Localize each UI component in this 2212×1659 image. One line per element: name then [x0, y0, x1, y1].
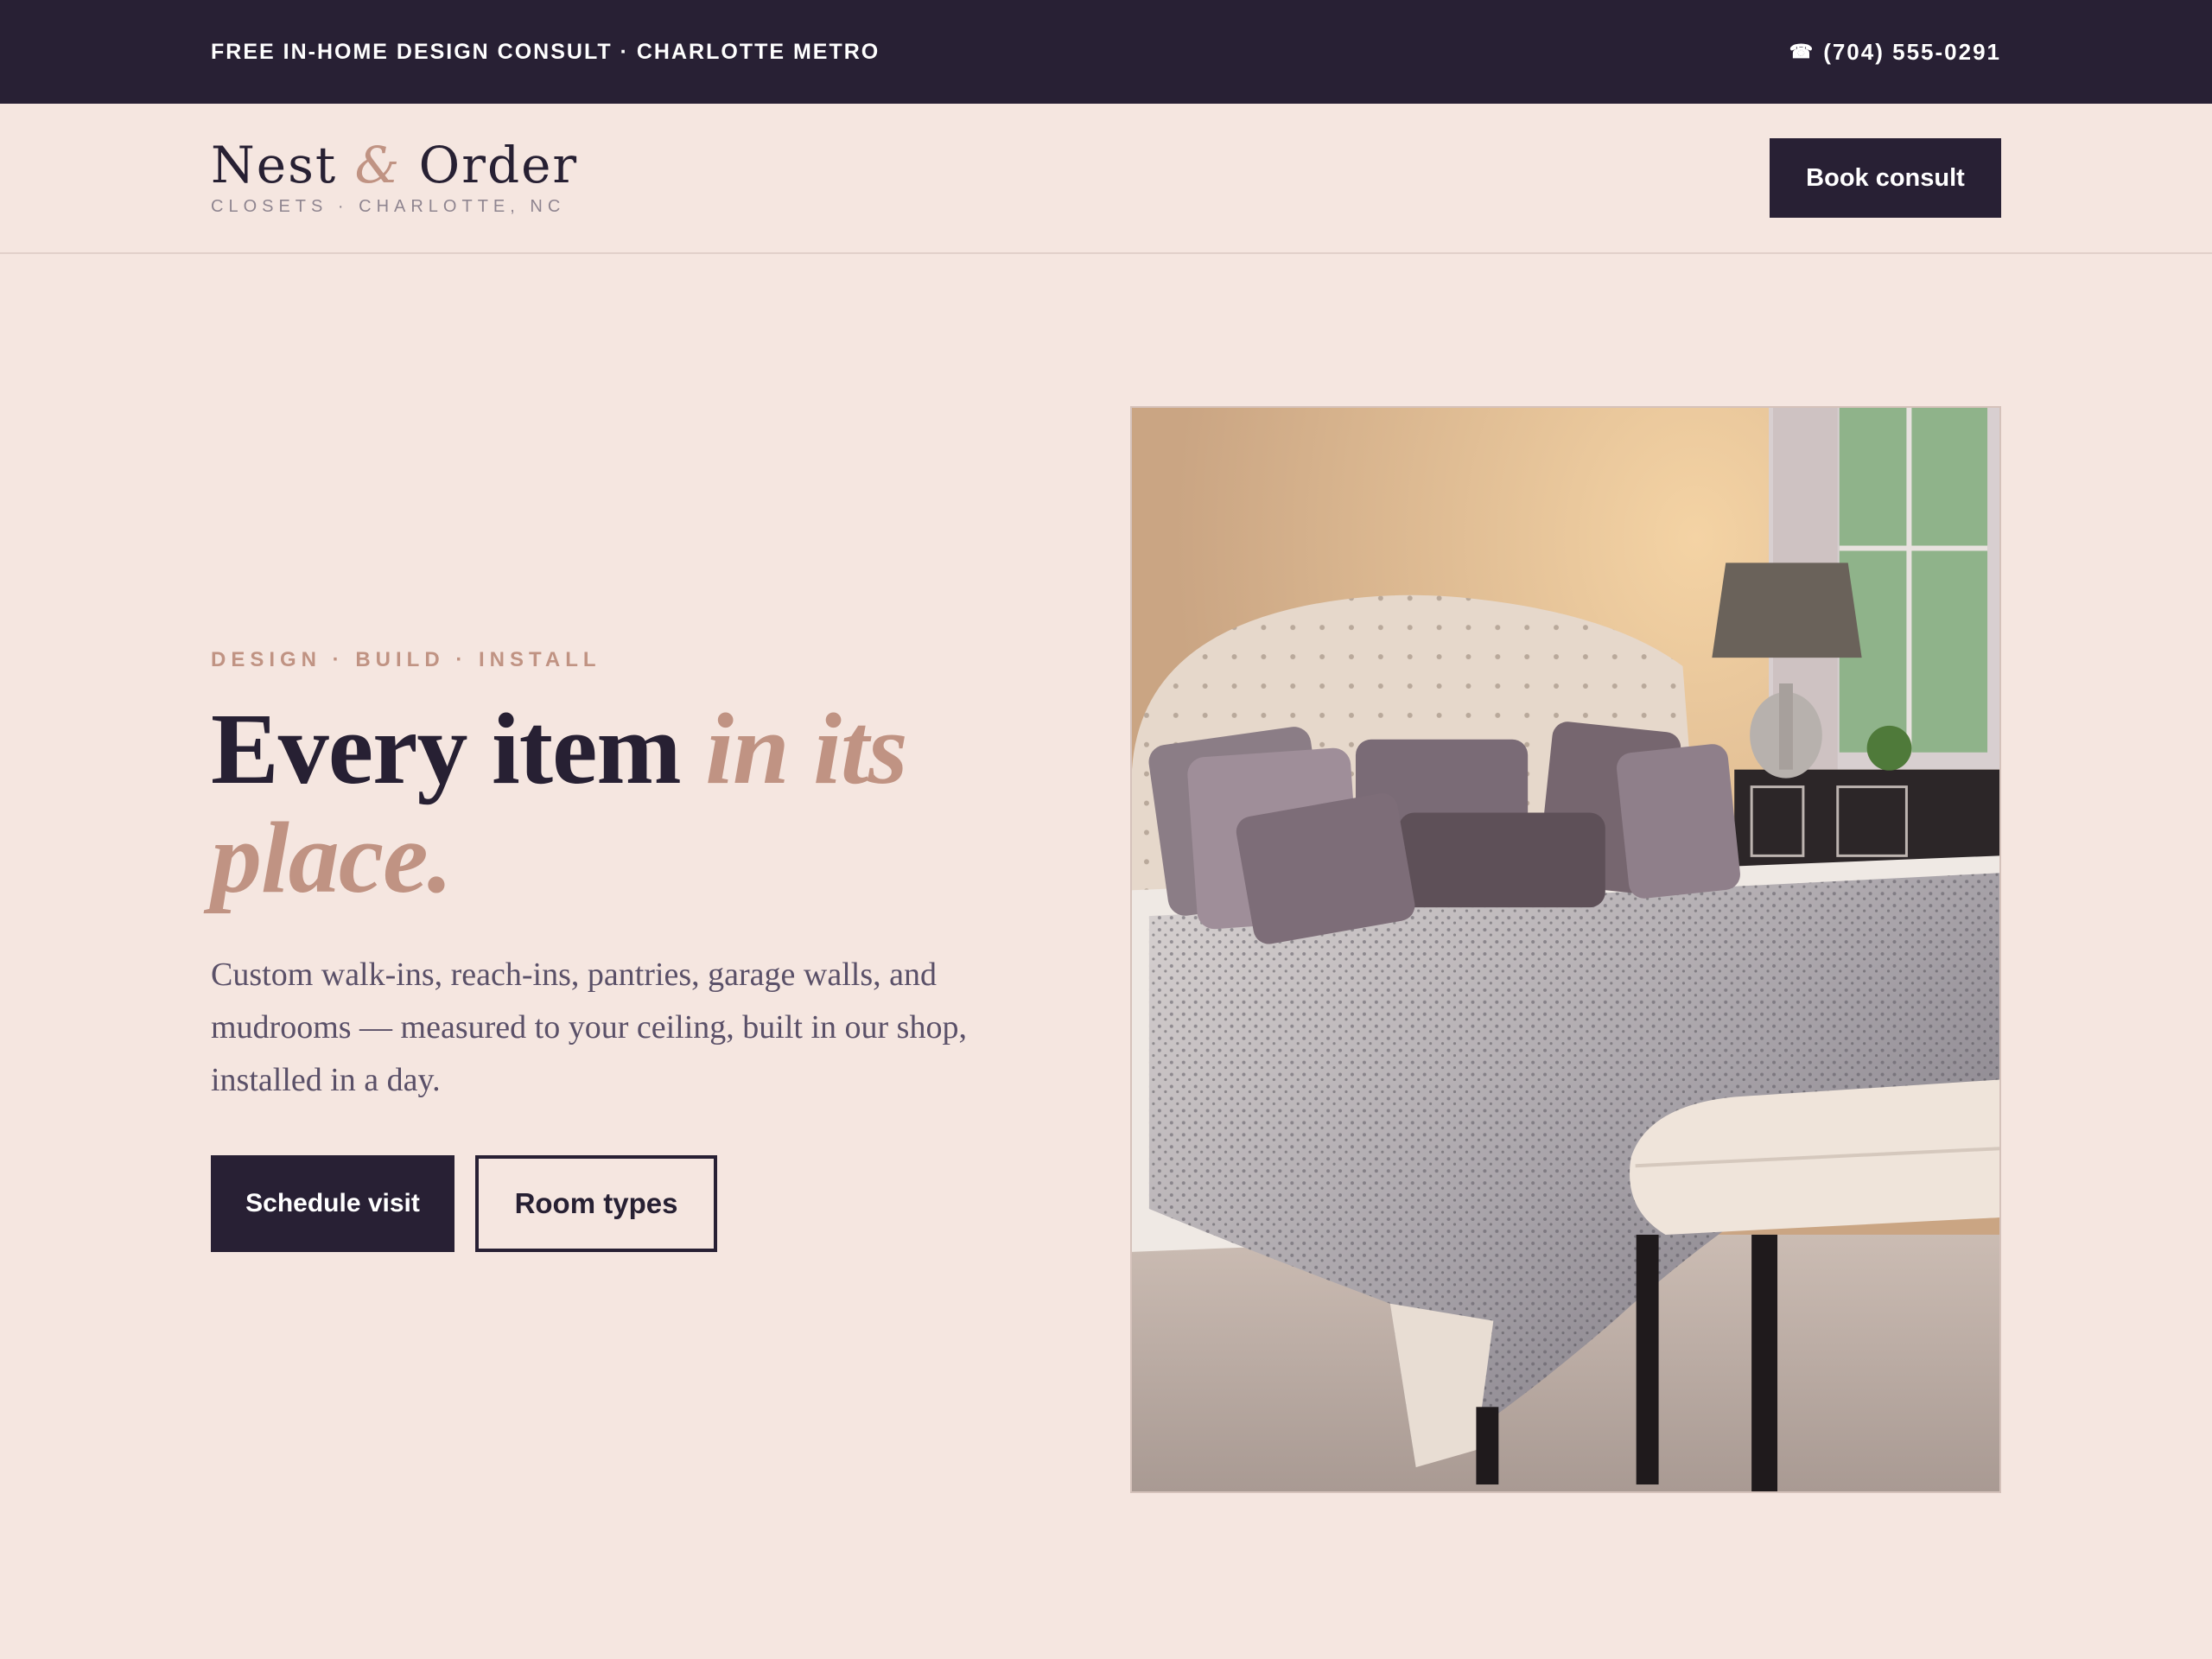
phone-number: (704) 555-0291	[1823, 38, 2001, 65]
promo-text: FREE IN-HOME DESIGN CONSULT · CHARLOTTE …	[211, 39, 880, 64]
bedroom-illustration	[1132, 408, 1999, 1491]
room-types-button[interactable]: Room types	[475, 1155, 717, 1252]
hero-headline: Every item in its place.	[211, 695, 1075, 912]
announcement-bar: FREE IN-HOME DESIGN CONSULT · CHARLOTTE …	[0, 0, 2212, 104]
headline-plain: Every item	[211, 692, 682, 805]
logo-word-nest: Nest	[211, 136, 338, 194]
phone-icon: ☎	[1789, 41, 1815, 62]
hero-cta-row: Schedule visit Room types	[211, 1155, 1075, 1252]
hero-eyebrow: DESIGN · BUILD · INSTALL	[211, 648, 601, 671]
site-header: Nest & Order CLOSETS · CHARLOTTE, NC Boo…	[0, 104, 2212, 254]
book-consult-button[interactable]: Book consult	[1770, 138, 2001, 218]
logo[interactable]: Nest & Order CLOSETS · CHARLOTTE, NC	[211, 135, 578, 217]
phone-link[interactable]: ☎ (704) 555-0291	[1789, 0, 2001, 104]
logo-word-order: Order	[418, 136, 579, 194]
hero-copy: DESIGN · BUILD · INSTALL Every item in i…	[211, 648, 1075, 1252]
hero-lead: Custom walk-ins, reach-ins, pantries, ga…	[211, 957, 967, 1098]
logo-ampersand: &	[354, 136, 402, 194]
logo-wordmark: Nest & Order	[211, 135, 578, 195]
schedule-visit-button[interactable]: Schedule visit	[211, 1155, 454, 1252]
hero-bedroom-photo	[1130, 406, 2001, 1493]
logo-tagline: CLOSETS · CHARLOTTE, NC	[211, 197, 566, 216]
